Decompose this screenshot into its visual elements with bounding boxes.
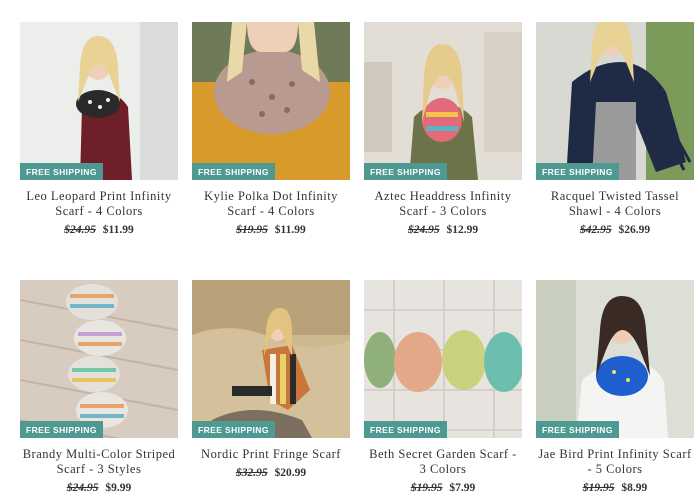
product-card[interactable]: FREE SHIPPING Leo Leopard Print Infinity… (20, 22, 178, 236)
product-card[interactable]: FREE SHIPPING Nordic Print Fringe Scarf … (192, 280, 350, 479)
product-grid: FREE SHIPPING Leo Leopard Print Infinity… (0, 0, 700, 500)
free-shipping-badge: FREE SHIPPING (192, 421, 275, 438)
free-shipping-badge: FREE SHIPPING (536, 163, 619, 180)
product-image[interactable]: FREE SHIPPING (536, 280, 694, 438)
product-card[interactable]: FREE SHIPPING Kylie Polka Dot Infinity S… (192, 22, 350, 236)
product-price: $19.95 $7.99 (364, 482, 522, 494)
product-title[interactable]: Nordic Print Fringe Scarf (192, 447, 350, 462)
original-price: $24.95 (407, 224, 440, 236)
product-price: $32.95 $20.99 (192, 467, 350, 479)
original-price: $32.95 (235, 467, 268, 479)
product-price: $24.95 $11.99 (20, 224, 178, 236)
original-price: $24.95 (66, 482, 99, 494)
free-shipping-badge: FREE SHIPPING (364, 163, 447, 180)
original-price: $42.95 (579, 224, 612, 236)
sale-price: $11.99 (274, 224, 306, 236)
product-card[interactable]: FREE SHIPPING Jae Bird Print Infinity Sc… (536, 280, 694, 494)
product-title[interactable]: Jae Bird Print Infinity Scarf - 5 Colors (536, 447, 694, 477)
product-card[interactable]: FREE SHIPPING Racquel Twisted Tassel Sha… (536, 22, 694, 236)
free-shipping-badge: FREE SHIPPING (20, 421, 103, 438)
free-shipping-badge: FREE SHIPPING (536, 421, 619, 438)
free-shipping-badge: FREE SHIPPING (192, 163, 275, 180)
original-price: $19.95 (582, 482, 615, 494)
product-title[interactable]: Leo Leopard Print Infinity Scarf - 4 Col… (20, 189, 178, 219)
product-price: $42.95 $26.99 (536, 224, 694, 236)
product-image[interactable]: FREE SHIPPING (364, 280, 522, 438)
product-title[interactable]: Beth Secret Garden Scarf - 3 Colors (364, 447, 522, 477)
product-card[interactable]: FREE SHIPPING Aztec Headdress Infinity S… (364, 22, 522, 236)
sale-price: $11.99 (102, 224, 134, 236)
sale-price: $20.99 (274, 467, 307, 479)
product-title[interactable]: Aztec Headdress Infinity Scarf - 3 Color… (364, 189, 522, 219)
product-image[interactable]: FREE SHIPPING (364, 22, 522, 180)
product-image[interactable]: FREE SHIPPING (20, 280, 178, 438)
product-image[interactable]: FREE SHIPPING (536, 22, 694, 180)
original-price: $24.95 (64, 224, 96, 236)
product-price: $24.95 $9.99 (20, 482, 178, 494)
product-title[interactable]: Kylie Polka Dot Infinity Scarf - 4 Color… (192, 189, 350, 219)
sale-price: $12.99 (446, 224, 479, 236)
product-image[interactable]: FREE SHIPPING (192, 22, 350, 180)
free-shipping-badge: FREE SHIPPING (20, 163, 103, 180)
sale-price: $7.99 (449, 482, 476, 494)
product-image[interactable]: FREE SHIPPING (20, 22, 178, 180)
product-price: $19.95 $11.99 (192, 224, 350, 236)
product-price: $19.95 $8.99 (536, 482, 694, 494)
product-image[interactable]: FREE SHIPPING (192, 280, 350, 438)
product-card[interactable]: FREE SHIPPING Brandy Multi-Color Striped… (20, 280, 178, 494)
original-price: $19.95 (236, 224, 268, 236)
free-shipping-badge: FREE SHIPPING (364, 421, 447, 438)
product-title[interactable]: Racquel Twisted Tassel Shawl - 4 Colors (536, 189, 694, 219)
product-title[interactable]: Brandy Multi-Color Striped Scarf - 3 Sty… (20, 447, 178, 477)
product-price: $24.95 $12.99 (364, 224, 522, 236)
sale-price: $9.99 (105, 482, 132, 494)
product-card[interactable]: FREE SHIPPING Beth Secret Garden Scarf -… (364, 280, 522, 494)
sale-price: $8.99 (621, 482, 648, 494)
sale-price: $26.99 (618, 224, 651, 236)
original-price: $19.95 (410, 482, 443, 494)
